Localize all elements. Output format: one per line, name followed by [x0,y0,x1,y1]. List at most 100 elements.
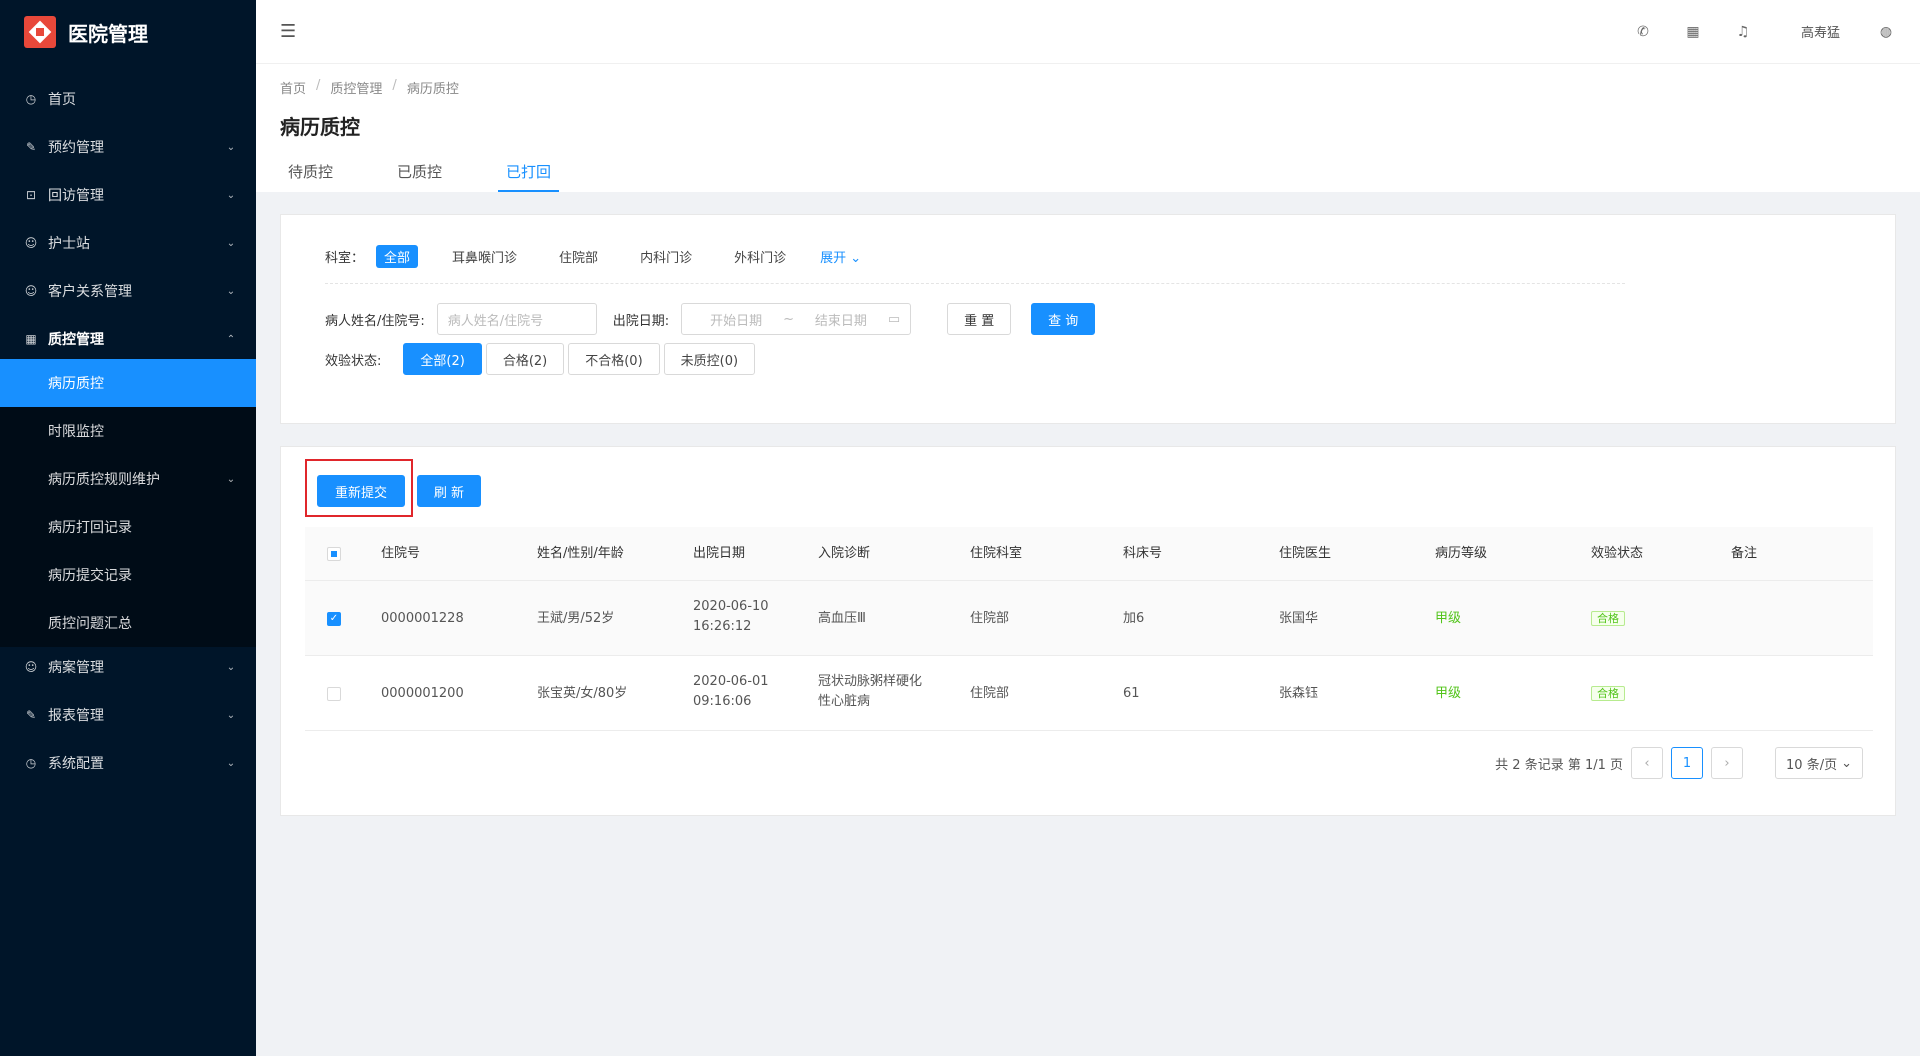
status-pass-button[interactable]: 合格(2) [485,343,565,375]
sidebar-item-system-config[interactable]: ◷ 系统配置 ⌄ [0,743,256,783]
sidebar-item-label: 质控管理 [48,332,104,348]
sidebar-item-crm[interactable]: ☺ 客户关系管理 ⌄ [0,271,256,311]
table-row[interactable]: 0000001200 张宝英/女/80岁 2020-06-01 09:16:06… [305,656,1873,731]
cell-status: 合格 [1591,684,1625,704]
sidebar-subitem-submit-records[interactable]: 病历提交记录 [0,551,256,599]
status-fail-button[interactable]: 不合格(0) [568,343,660,375]
cell-doctor: 张森钰 [1279,685,1319,701]
row-select-cell: ✓ [327,611,341,626]
cell-date-day: 2020-06-01 [693,674,769,689]
col-header: 入院诊断 [818,546,871,561]
sidebar-item-quality-control[interactable]: ▦ 质控管理 ⌃ [0,319,256,359]
sidebar-subitem-time-monitor[interactable]: 时限监控 [0,407,256,455]
table-card: 重新提交 刷 新 住院号 姓名/性别/年龄 出院日期 入院诊断 住院科室 科床号… [280,446,1896,816]
col-header: 姓名/性别/年龄 [537,546,624,561]
cell-dept: 住院部 [970,610,1010,626]
breadcrumb-item[interactable]: 首页 [280,78,306,97]
user-icon: ☺ [24,236,38,250]
sidebar-item-appointment[interactable]: ✎ 预约管理 ⌄ [0,127,256,167]
dept-tag-ent[interactable]: 耳鼻喉门诊 [444,245,525,268]
breadcrumb-separator: / [392,78,397,93]
cell-id: 0000001200 [381,685,464,701]
username[interactable]: 高寿猛 [1801,22,1840,41]
sidebar-item-label: 病案管理 [48,660,104,676]
row-checkbox[interactable] [327,686,341,701]
sidebar-item-home[interactable]: ◷ 首页 [0,79,256,119]
resubmit-button[interactable]: 重新提交 [317,475,405,507]
sidebar-subitem-record-qc[interactable]: 病历质控 [0,359,256,407]
edit-icon: ✎ [25,140,37,154]
col-header: 效验状态 [1591,546,1644,561]
breadcrumb-item[interactable]: 质控管理 [330,78,382,97]
tab-returned[interactable]: 已打回 [498,152,560,192]
dept-tag-surgery[interactable]: 外科门诊 [726,245,794,268]
query-button[interactable]: 查 询 [1031,303,1096,335]
cell-bed: 加6 [1123,610,1145,626]
page-header: 首页 / 质控管理 / 病历质控 病历质控 待质控 已质控 已打回 [256,64,1920,192]
cell-id: 0000001228 [381,610,464,626]
cell-level: 甲级 [1435,685,1462,701]
select-all-checkbox[interactable] [327,547,341,561]
reset-button[interactable]: 重 置 [947,303,1012,335]
expand-link[interactable]: 展开 ⌄ [820,247,861,266]
chevron-down-icon: ⌄ [226,709,236,721]
prev-page-button[interactable]: ‹ [1631,747,1664,779]
bell-icon[interactable]: ♫ [1733,24,1753,40]
dept-tag-inpatient[interactable]: 住院部 [551,245,606,268]
date-range-picker[interactable]: 开始日期 ~ 结束日期 ▭ [681,303,912,335]
cell-doctor: 张国华 [1279,610,1319,626]
cell-name: 张宝英/女/80岁 [537,685,628,701]
expand-label: 展开 [820,251,847,266]
dept-tag-all[interactable]: 全部 [376,245,419,268]
chevron-down-icon: ⌄ [226,189,236,201]
cell-level: 甲级 [1435,610,1462,626]
page-size-select[interactable]: 10 条/页 ⌄ [1775,747,1863,779]
tab-pending[interactable]: 待质控 [280,152,341,192]
status-row: 效验状态: 全部(2) 合格(2) 不合格(0) 未质控(0) [325,343,759,375]
sidebar-item-case-management[interactable]: ☺ 病案管理 ⌄ [0,647,256,687]
next-page-button[interactable]: › [1711,747,1744,779]
sidebar-item-nurse-station[interactable]: ☺ 护士站 ⌄ [0,223,256,263]
page-button[interactable]: 1 [1671,747,1704,779]
sidebar-item-label: 客户关系管理 [48,284,132,300]
sidebar-item-followup[interactable]: ⊡ 回访管理 ⌄ [0,175,256,215]
chevron-down-icon: ⌄ [1841,755,1852,771]
header-actions: ✆ ▦ ♫ 高寿猛 ◍ [1621,22,1920,42]
breadcrumb-separator: / [316,78,321,93]
status-badge: 合格 [1591,610,1625,626]
dept-tag-internal[interactable]: 内科门诊 [632,245,700,268]
cell-name: 王斌/男/52岁 [537,610,615,626]
menu-fold-icon[interactable]: ☰ [280,21,296,42]
grid-icon[interactable]: ▦ [1683,24,1703,40]
sidebar-item-reports[interactable]: ✎ 报表管理 ⌄ [0,695,256,735]
col-header: 病历等级 [1435,546,1488,561]
globe-icon[interactable]: ◍ [1876,24,1896,40]
filter-divider [325,283,1625,284]
status-label: 效验状态: [325,353,382,369]
row-checkbox[interactable]: ✓ [327,611,341,626]
chevron-down-icon: ⌄ [226,237,236,249]
sidebar-item-label: 护士站 [48,236,90,252]
status-all-button[interactable]: 全部(2) [403,343,482,375]
refresh-button[interactable]: 刷 新 [417,475,481,507]
table-icon: ▦ [25,332,37,346]
status-unchecked-button[interactable]: 未质控(0) [663,343,756,375]
phone-icon[interactable]: ✆ [1633,24,1653,40]
name-input[interactable]: 病人姓名/住院号 [436,303,597,335]
search-row: 病人姓名/住院号: 病人姓名/住院号 出院日期: 开始日期 ~ 结束日期 ▭ 重… [325,303,1096,335]
cell-diagnosis-line: 性心脏病 [818,694,871,709]
sidebar-subitem-issue-summary[interactable]: 质控问题汇总 [0,599,256,647]
sidebar-submenu: 病历质控 时限监控 病历质控规则维护 ⌄ 病历打回记录 病历提交记录 质控问题汇… [0,359,256,647]
cell-date-time: 09:16:06 [693,694,752,709]
table-row[interactable]: ✓ 0000001228 王斌/男/52岁 2020-06-10 16:26:1… [305,581,1873,656]
tab-checked[interactable]: 已质控 [389,152,450,192]
page-size-value: 10 条/页 [1786,757,1838,773]
user-icon: ☺ [24,284,38,298]
chevron-down-icon: ⌄ [226,757,236,769]
name-label: 病人姓名/住院号: [325,313,425,329]
edit-icon: ✎ [25,708,37,722]
cell-date: 2020-06-01 09:16:06 [693,672,769,712]
sidebar-subitem-return-records[interactable]: 病历打回记录 [0,503,256,551]
col-header: 备注 [1731,546,1758,561]
sidebar-subitem-rule-maintenance[interactable]: 病历质控规则维护 ⌄ [0,455,256,503]
